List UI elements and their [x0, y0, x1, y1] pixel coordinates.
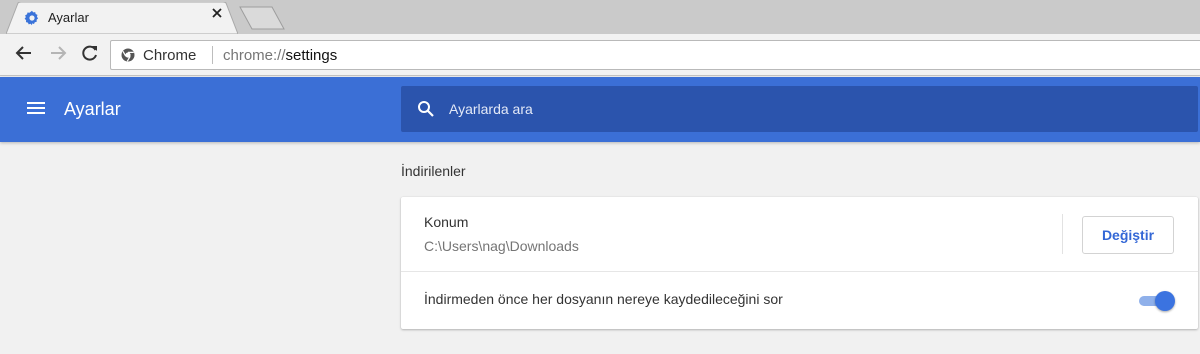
forward-button[interactable] — [46, 43, 70, 67]
row-divider — [1062, 214, 1063, 254]
toggle-knob — [1155, 291, 1175, 311]
close-icon[interactable] — [212, 8, 230, 26]
hamburger-icon-line — [27, 112, 45, 114]
security-chip: Chrome — [143, 47, 197, 64]
url-scheme: chrome:// — [223, 47, 286, 64]
ask-location-row[interactable]: İndirmeden önce her dosyanın nereye kayd… — [401, 272, 1198, 329]
change-location-button[interactable]: Değiştir — [1082, 216, 1174, 254]
page-title: Ayarlar — [64, 99, 121, 119]
new-tab-button[interactable] — [238, 6, 286, 30]
arrow-left-icon — [15, 44, 33, 67]
search-box[interactable] — [401, 86, 1198, 132]
ask-location-label: İndirmeden önce her dosyanın nereye kayd… — [424, 291, 783, 307]
tab-strip: Ayarlar — [0, 0, 1200, 34]
gear-icon — [24, 10, 40, 26]
search-input[interactable] — [449, 86, 1149, 132]
hamburger-icon-line — [27, 102, 45, 104]
reload-icon — [81, 44, 99, 67]
ask-location-toggle[interactable] — [1137, 290, 1175, 312]
tab-title: Ayarlar — [48, 10, 89, 25]
back-button[interactable] — [12, 43, 36, 67]
browser-toolbar: Chrome chrome://settings — [0, 34, 1200, 76]
chip-divider — [212, 46, 213, 64]
tab-settings[interactable]: Ayarlar — [6, 2, 238, 34]
url-text: chrome://settings — [223, 47, 337, 64]
tab-shape — [6, 2, 238, 34]
settings-header: Ayarlar — [0, 77, 1200, 142]
location-path: C:\Users\nag\Downloads — [424, 238, 579, 254]
menu-button[interactable] — [26, 99, 48, 119]
address-bar[interactable]: Chrome chrome://settings — [110, 40, 1200, 70]
search-icon — [417, 100, 435, 118]
location-row: Konum C:\Users\nag\Downloads Değiştir — [401, 197, 1198, 272]
location-label: Konum — [424, 214, 469, 230]
hamburger-icon-line — [27, 107, 45, 109]
chrome-icon — [121, 48, 135, 62]
downloads-card: Konum C:\Users\nag\Downloads Değiştir İn… — [401, 197, 1198, 329]
arrow-right-icon — [49, 44, 67, 67]
reload-button[interactable] — [78, 43, 102, 67]
section-title-downloads: İndirilenler — [401, 163, 466, 179]
url-host: settings — [285, 47, 338, 64]
